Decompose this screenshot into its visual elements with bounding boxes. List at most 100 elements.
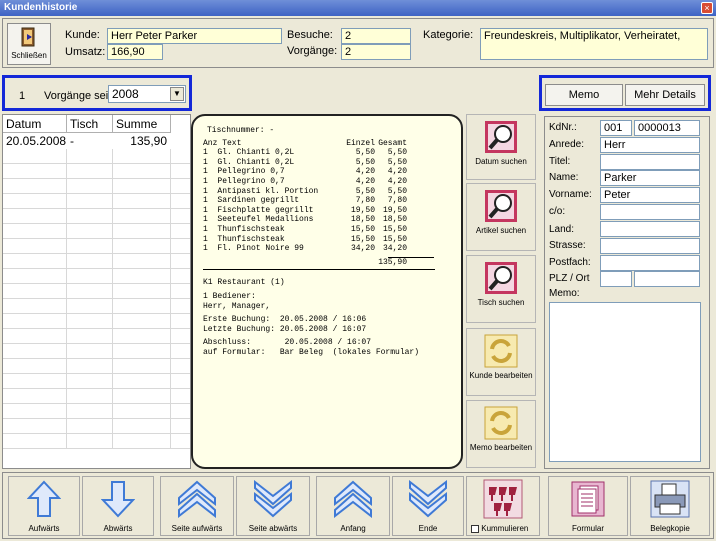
empty-table-row [3,149,190,164]
vorgaenge-label: Vorgänge: [287,45,338,57]
anrede-label: Anrede: [549,139,585,150]
umsatz-label: Umsatz: [65,46,106,58]
receipt-item-gesamt: 15,50 [382,224,407,234]
receipt-item-einzel: 5,50 [355,157,375,167]
name-label: Name: [549,172,579,183]
seite-abwaerts-label: Seite abwärts [248,524,298,533]
receipt-item-text: 1 Fischplatte gegrillt [203,205,314,215]
kategorie-field[interactable]: Freundeskreis, Multiplikator, Verheirate… [480,28,708,60]
co-label: c/o: [549,206,566,217]
table-row[interactable]: 20.05.2008 - 135,90 [3,133,190,149]
vorgaenge-field[interactable]: 2 [341,44,411,60]
besuche-field[interactable]: 2 [341,28,411,44]
tab-mehr-details[interactable]: Mehr Details [625,84,705,106]
window-title: Kundenhistorie [4,2,78,13]
year-select-value: 2008 [112,87,139,101]
receipt-item-gesamt: 34,20 [382,244,407,254]
chevron-down-icon[interactable]: ▼ [170,87,184,101]
receipt-item: 1 Pellegrino 0,7 4,20 4,20 [203,177,453,187]
col-summe[interactable]: Summe [113,115,171,133]
ende-label: Ende [418,524,438,533]
datum-suchen-button[interactable]: Datum suchen [466,114,536,180]
receipt-item-text: 1 Gl. Chianti 0,2L [203,148,295,158]
artikel-suchen-button[interactable]: Artikel suchen [466,183,536,251]
double-chevron-down-icon [254,479,292,518]
seite-aufwaerts-button[interactable]: Seite aufwärts [160,476,234,536]
kummulieren-checkbox[interactable] [471,524,479,533]
receipt-item-gesamt: 18,50 [382,215,407,225]
receipt-items: 1 Gl. Chianti 0,2L 5,50 5,50 1 Gl. Chianti … [203,148,453,254]
ende-button[interactable]: Ende [392,476,464,536]
col-tisch[interactable]: Tisch [67,115,113,133]
kdnr-label: KdNr.: [549,122,577,133]
kummulieren-toggle[interactable]: Kummulieren [467,524,539,533]
empty-table-row [3,164,190,179]
belegkopie-button[interactable]: Belegkopie [630,476,710,536]
empty-table-row [3,359,190,374]
kunde-bearbeiten-button[interactable]: Kunde bearbeiten [466,328,536,396]
history-table: Datum Tisch Summe 20.05.2008 - 135,90 [2,114,191,469]
strasse-label: Strasse: [549,240,586,251]
kdnr-field-2[interactable]: 0000013 [634,120,700,136]
arrow-up-icon [26,480,62,517]
datum-suchen-label: Datum suchen [475,157,527,166]
formular-button[interactable]: Formular [548,476,628,536]
close-button[interactable]: Schließen [7,23,51,65]
printer-icon [650,480,690,518]
vorname-label: Vorname: [549,189,592,200]
seite-abwaerts-button[interactable]: Seite abwärts [236,476,310,536]
receipt-item-einzel: 15,50 [350,224,375,234]
col-datum[interactable]: Datum [3,115,67,133]
kdnr-field-1[interactable]: 001 [600,120,632,136]
close-window-button[interactable]: × [701,2,713,14]
empty-table-row [3,299,190,314]
receipt-panel: Tischnummer: - Anz Text Einzel Gesamt 1 … [191,114,463,469]
magnifier-icon [485,190,517,222]
aufwaerts-button[interactable]: Aufwärts [8,476,80,536]
memo-label: Memo: [549,288,580,299]
postfach-field[interactable] [600,255,700,271]
co-field[interactable] [600,204,700,220]
refresh-icon [484,334,518,368]
receipt-footer-erste: Erste Buchung: 20.05.2008 / 16:06 [203,315,367,325]
receipt-footer-abschluss: Abschluss: 20.05.2008 / 16:07 [203,338,372,348]
titel-label: Titel: [549,156,571,167]
empty-table-row [3,389,190,404]
vorname-field[interactable]: Peter [600,187,700,203]
cell-summe: 135,90 [130,134,167,148]
besuche-label: Besuche: [287,29,333,41]
receipt-footer-bediener: 1 Bediener: [203,291,256,301]
receipt-item-text: 1 Fl. Pinot Noire 99 [203,244,304,254]
titel-field[interactable] [600,154,700,170]
cell-datum: 20.05.2008 [6,134,67,148]
tisch-suchen-button[interactable]: Tisch suchen [466,255,536,323]
empty-table-row [3,419,190,434]
anrede-field[interactable]: Herr [600,137,700,153]
abwaerts-button[interactable]: Abwärts [82,476,154,536]
belegkopie-label: Belegkopie [650,524,690,533]
exit-door-icon [21,27,35,47]
filter-count: 1 [19,90,26,102]
tab-memo[interactable]: Memo [545,84,623,106]
anfang-button[interactable]: Anfang [316,476,390,536]
strasse-field[interactable] [600,238,700,254]
receipt-footer-restaurant: K1 Restaurant (1) [203,278,285,288]
plz-field[interactable] [600,271,632,287]
land-field[interactable] [600,221,700,237]
kummulieren-button[interactable]: Kummulieren [466,476,540,536]
double-chevron-up-icon [334,480,372,519]
year-select[interactable]: 2008 ▼ [108,85,186,103]
receipt-item: 1 Thunfischsteak 15,50 15,50 [203,225,453,235]
memo-bearbeiten-button[interactable]: Memo bearbeiten [466,400,536,468]
abwaerts-label: Abwärts [103,524,133,533]
umsatz-field[interactable]: 166,90 [107,44,163,60]
ort-field[interactable] [634,271,700,287]
postfach-label: Postfach: [549,257,591,268]
name-field[interactable]: Parker [600,170,700,186]
document-icon [571,481,605,517]
receipt-item-text: 1 Gl. Chianti 0,2L [203,157,295,167]
kunde-field[interactable]: Herr Peter Parker [107,28,282,44]
memo-field[interactable] [549,302,701,462]
receipt-item-text: 1 Pellegrino 0,7 [203,167,285,177]
kunde-bearbeiten-label: Kunde bearbeiten [469,371,533,380]
